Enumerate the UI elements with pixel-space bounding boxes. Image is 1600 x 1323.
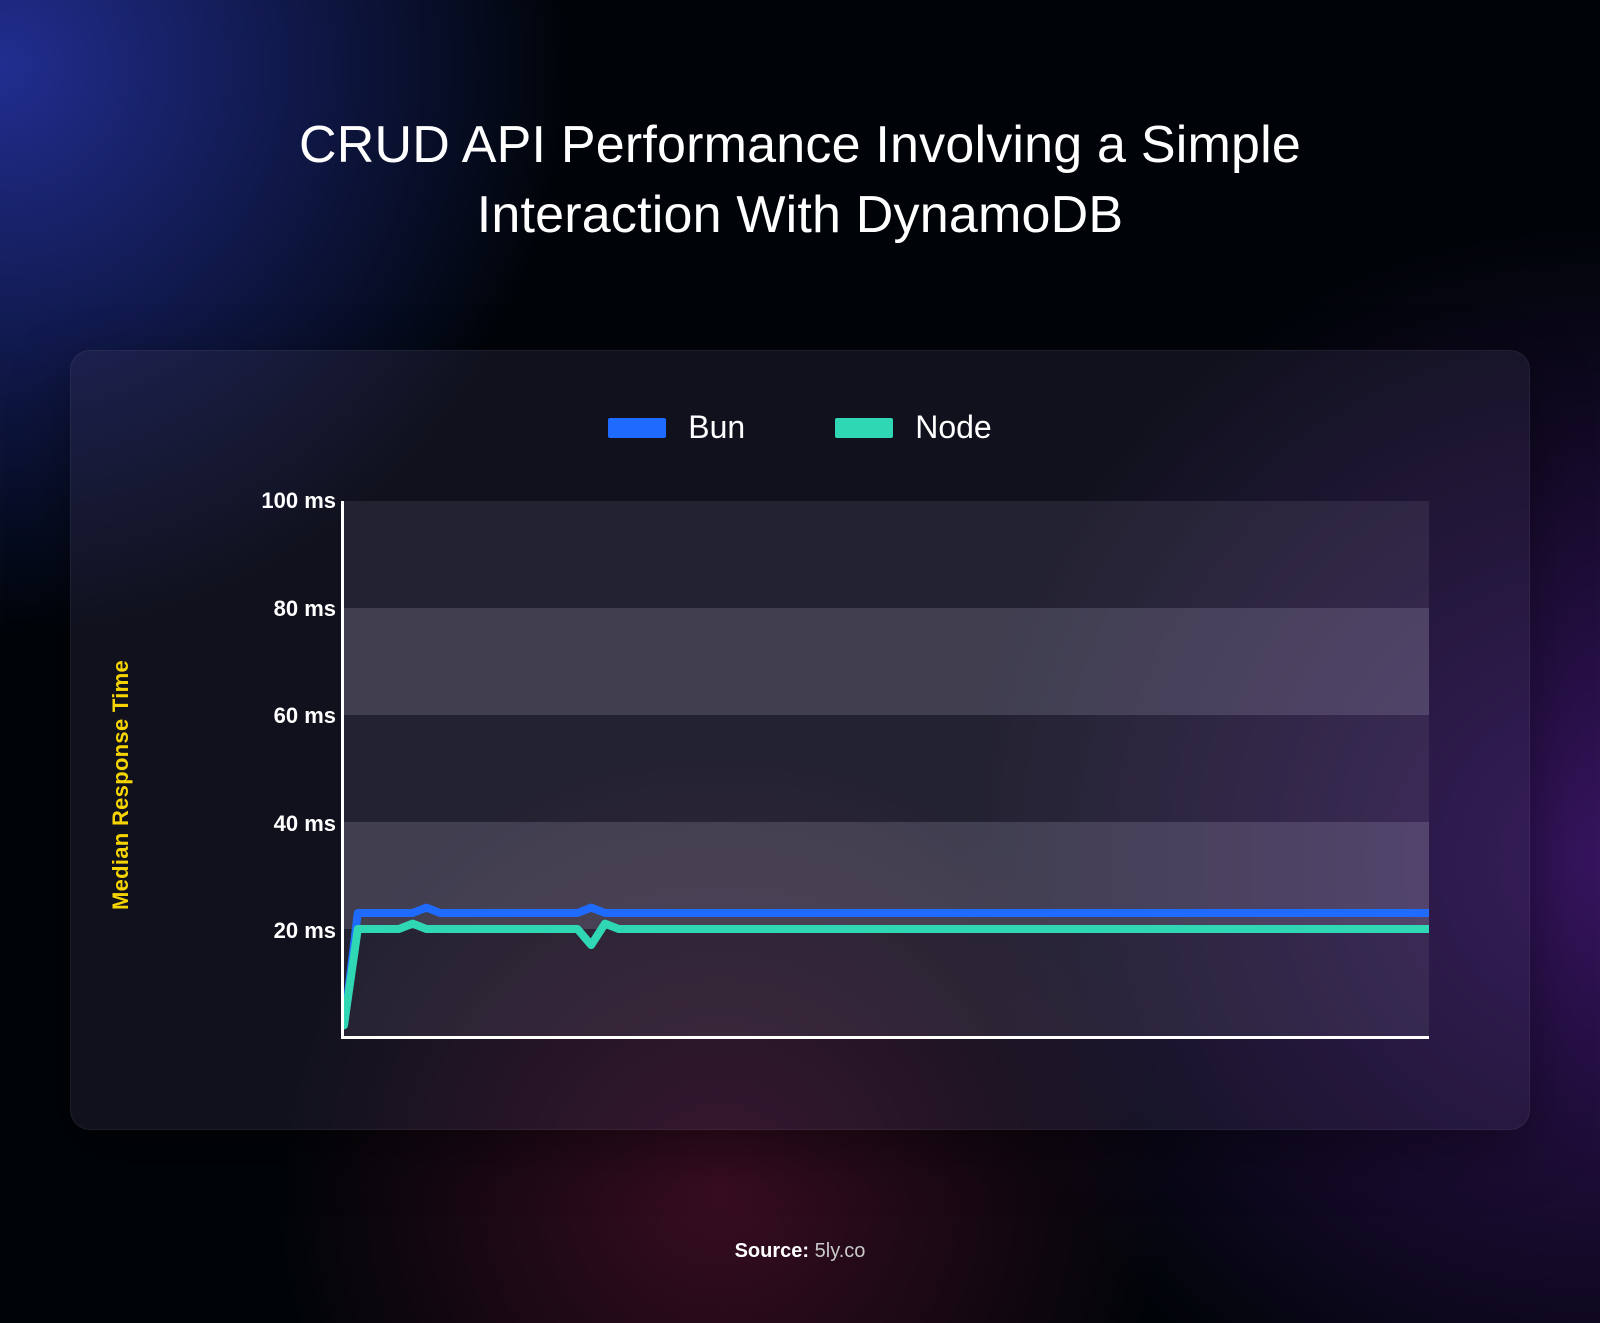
y-tick-label: 40 ms — [216, 811, 336, 837]
legend-label-bun: Bun — [688, 409, 745, 446]
plot-area — [341, 501, 1429, 1039]
y-axis-label: Median Response Time — [108, 660, 134, 910]
y-tick-label: 60 ms — [216, 703, 336, 729]
source-attribution: Source: 5ly.co — [0, 1240, 1600, 1263]
chart-area: Median Response Time 20 ms40 ms60 ms80 m… — [141, 501, 1429, 1069]
legend-swatch-node — [835, 418, 893, 438]
y-tick-label: 100 ms — [216, 488, 336, 514]
line-chart-svg — [344, 501, 1429, 1036]
chart-title: CRUD API Performance Involving a Simple … — [200, 0, 1400, 250]
legend-item-bun: Bun — [608, 409, 745, 446]
legend-swatch-bun — [608, 418, 666, 438]
chart-panel: Bun Node Median Response Time 20 ms 40 ms… — [70, 350, 1530, 1130]
y-tick-label: 80 ms — [216, 596, 336, 622]
source-value: 5ly.co — [815, 1240, 866, 1262]
legend: Bun Node — [71, 351, 1529, 446]
legend-item-node: Node — [835, 409, 992, 446]
y-tick-label: 20 ms — [216, 918, 336, 944]
source-prefix: Source: — [735, 1240, 809, 1262]
legend-label-node: Node — [915, 409, 992, 446]
series-line-node — [344, 924, 1429, 1026]
